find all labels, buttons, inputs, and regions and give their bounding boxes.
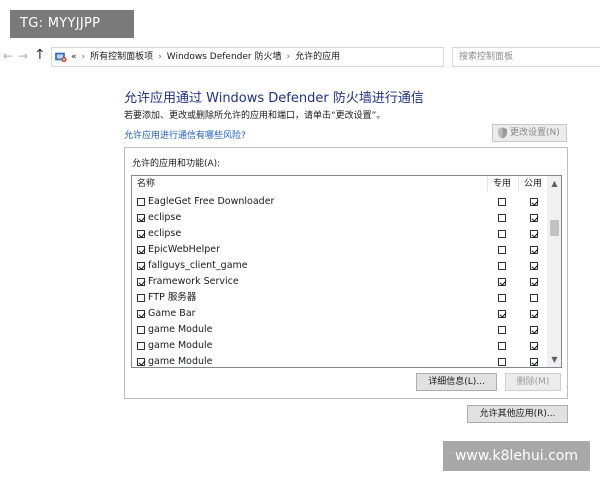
watermark-bottom: www.k8lehui.com bbox=[443, 441, 590, 471]
public-checkbox[interactable] bbox=[530, 310, 538, 318]
app-enabled-checkbox[interactable] bbox=[137, 278, 145, 286]
app-name: FTP 服务器 bbox=[148, 292, 197, 303]
breadcrumb-overflow[interactable]: « bbox=[71, 52, 77, 62]
page-title: 允许应用通过 Windows Defender 防火墙进行通信 bbox=[124, 91, 424, 106]
app-enabled-checkbox[interactable] bbox=[137, 246, 145, 254]
uac-shield-icon bbox=[498, 127, 507, 139]
list-item[interactable]: game Module bbox=[132, 338, 547, 354]
scrollbar-thumb[interactable] bbox=[550, 220, 559, 236]
app-name: game Module bbox=[148, 324, 213, 335]
column-header-private[interactable]: 专用 bbox=[493, 176, 511, 192]
public-checkbox[interactable] bbox=[530, 262, 538, 270]
change-settings-button[interactable]: 更改设置(N) bbox=[492, 124, 567, 142]
private-checkbox[interactable] bbox=[498, 246, 506, 254]
control-panel-icon bbox=[55, 52, 67, 63]
public-checkbox[interactable] bbox=[530, 278, 538, 286]
app-name: game Module bbox=[148, 340, 213, 351]
app-name: eclipse bbox=[148, 212, 182, 223]
breadcrumb-all-control-panel-items[interactable]: 所有控制面板项 bbox=[90, 52, 153, 62]
column-divider[interactable] bbox=[518, 176, 519, 192]
search-input[interactable]: 搜索控制面板 bbox=[452, 47, 600, 67]
app-name: Game Bar bbox=[148, 308, 196, 319]
public-checkbox[interactable] bbox=[530, 294, 538, 302]
app-enabled-checkbox[interactable] bbox=[137, 342, 145, 350]
allow-another-app-button[interactable]: 允许其他应用(R)... bbox=[467, 405, 568, 423]
change-settings-label: 更改设置(N) bbox=[510, 128, 560, 138]
list-header: 名称 专用 公用 bbox=[132, 176, 547, 192]
forward-arrow-icon[interactable]: → bbox=[18, 49, 28, 63]
app-enabled-checkbox[interactable] bbox=[137, 358, 145, 366]
public-checkbox[interactable] bbox=[530, 358, 538, 366]
public-checkbox[interactable] bbox=[530, 342, 538, 350]
scroll-up-icon[interactable]: ▲ bbox=[547, 176, 561, 191]
private-checkbox[interactable] bbox=[498, 278, 506, 286]
list-item[interactable]: eclipse bbox=[132, 226, 547, 242]
public-checkbox[interactable] bbox=[530, 326, 538, 334]
private-checkbox[interactable] bbox=[498, 342, 506, 350]
app-enabled-checkbox[interactable] bbox=[137, 326, 145, 334]
breadcrumb-separator-icon[interactable]: › bbox=[82, 52, 86, 62]
app-rows: EagleGet Free Downloader eclipse eclipse Ep… bbox=[132, 194, 547, 367]
watermark-top: TG: MYYJJPP bbox=[10, 10, 134, 38]
breadcrumb-windows-defender-firewall[interactable]: Windows Defender 防火墙 bbox=[167, 52, 282, 62]
details-button[interactable]: 详细信息(L)... bbox=[416, 373, 497, 391]
page-subtitle: 若要添加、更改或删除所允许的应用和端口，请单击“更改设置”。 bbox=[124, 111, 386, 121]
public-checkbox[interactable] bbox=[530, 246, 538, 254]
private-checkbox[interactable] bbox=[498, 230, 506, 238]
app-enabled-checkbox[interactable] bbox=[137, 262, 145, 270]
private-checkbox[interactable] bbox=[498, 214, 506, 222]
back-arrow-icon[interactable]: ← bbox=[3, 49, 13, 63]
private-checkbox[interactable] bbox=[498, 326, 506, 334]
app-enabled-checkbox[interactable] bbox=[137, 230, 145, 238]
list-item[interactable]: Framework Service bbox=[132, 274, 547, 290]
app-name: EpicWebHelper bbox=[148, 244, 221, 255]
up-arrow-icon[interactable]: ↑ bbox=[34, 47, 46, 63]
risks-link[interactable]: 允许应用进行通信有哪些风险? bbox=[124, 128, 246, 141]
breadcrumb: « › 所有控制面板项 › Windows Defender 防火墙 › 允许的应用 bbox=[71, 48, 340, 66]
app-enabled-checkbox[interactable] bbox=[137, 198, 145, 206]
public-checkbox[interactable] bbox=[530, 214, 538, 222]
app-name: Framework Service bbox=[148, 276, 239, 287]
private-checkbox[interactable] bbox=[498, 198, 506, 206]
list-item[interactable]: EagleGet Free Downloader bbox=[132, 194, 547, 210]
list-item[interactable]: game Module bbox=[132, 322, 547, 338]
public-checkbox[interactable] bbox=[530, 198, 538, 206]
app-name: eclipse bbox=[148, 228, 182, 239]
list-item[interactable]: Game Bar bbox=[132, 306, 547, 322]
app-enabled-checkbox[interactable] bbox=[137, 214, 145, 222]
public-checkbox[interactable] bbox=[530, 230, 538, 238]
breadcrumb-allowed-apps[interactable]: 允许的应用 bbox=[295, 52, 340, 62]
list-item[interactable]: eclipse bbox=[132, 210, 547, 226]
private-checkbox[interactable] bbox=[498, 310, 506, 318]
app-enabled-checkbox[interactable] bbox=[137, 310, 145, 318]
app-name: EagleGet Free Downloader bbox=[148, 196, 275, 207]
app-name: game Module bbox=[148, 356, 213, 367]
allowed-apps-list[interactable]: 名称 专用 公用 EagleGet Free Downloader eclipse… bbox=[131, 175, 562, 368]
column-divider[interactable] bbox=[487, 176, 488, 192]
app-enabled-checkbox[interactable] bbox=[137, 294, 145, 302]
list-item[interactable]: game Module bbox=[132, 354, 547, 367]
list-item[interactable]: EpicWebHelper bbox=[132, 242, 547, 258]
breadcrumb-separator-icon[interactable]: › bbox=[286, 52, 290, 62]
list-item[interactable]: fallguys_client_game bbox=[132, 258, 547, 274]
column-header-public[interactable]: 公用 bbox=[524, 176, 542, 192]
column-header-name[interactable]: 名称 bbox=[137, 176, 155, 192]
private-checkbox[interactable] bbox=[498, 358, 506, 366]
delete-button[interactable]: 删除(M) bbox=[505, 373, 561, 391]
app-name: fallguys_client_game bbox=[148, 260, 248, 271]
private-checkbox[interactable] bbox=[498, 294, 506, 302]
scroll-down-icon[interactable]: ▼ bbox=[547, 352, 561, 367]
allowed-apps-label: 允许的应用和功能(A): bbox=[132, 159, 221, 169]
address-bar[interactable]: «›所有控制面板项›Windows Defender 防火墙›允许的应用 ▾ ↻ bbox=[51, 47, 444, 67]
breadcrumb-separator-icon[interactable]: › bbox=[158, 52, 162, 62]
list-item[interactable]: FTP 服务器 bbox=[132, 290, 547, 306]
vertical-scrollbar[interactable]: ▲ ▼ bbox=[547, 176, 561, 367]
private-checkbox[interactable] bbox=[498, 262, 506, 270]
